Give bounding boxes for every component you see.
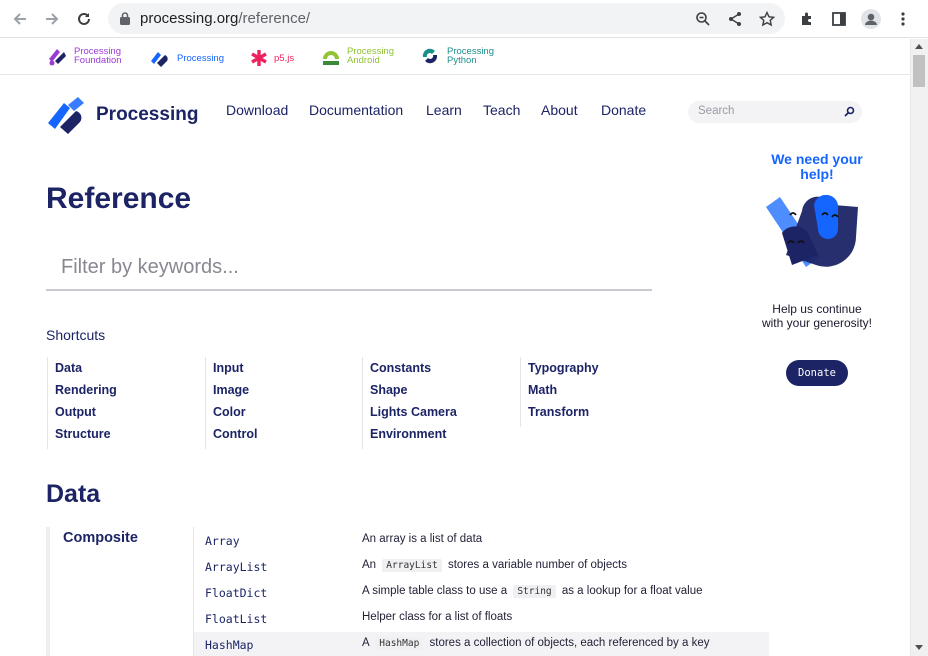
back-arrow-icon bbox=[13, 13, 26, 25]
reference-description: An ArrayList stores a variable number of… bbox=[362, 559, 627, 572]
address-bar[interactable]: processing.org/reference/ bbox=[108, 3, 785, 34]
filter-placeholder: Filter by keywords... bbox=[61, 256, 239, 278]
reference-row: FloatList Helper class for a list of flo… bbox=[194, 606, 769, 632]
shortcut-link[interactable]: Rendering bbox=[55, 379, 205, 401]
shortcut-column: Data Rendering Output Structure bbox=[47, 357, 205, 449]
reference-row-hovered: HashMap A HashMap stores a collection of… bbox=[194, 632, 769, 656]
reference-description: Helper class for a list of floats bbox=[362, 611, 513, 623]
shortcut-link[interactable]: Environment bbox=[370, 423, 520, 445]
reference-description: A HashMap stores a collection of objects… bbox=[362, 637, 710, 650]
happy-logo-illustration-icon bbox=[766, 195, 858, 267]
reference-row: ArrayList An ArrayList stores a variable… bbox=[194, 554, 769, 580]
share-icon[interactable] bbox=[725, 9, 745, 29]
reference-link[interactable]: FloatList bbox=[205, 612, 267, 626]
side-panel-icon[interactable] bbox=[827, 7, 851, 31]
shortcuts-heading: Shortcuts bbox=[46, 327, 106, 343]
project-link-foundation[interactable]: Processing Foundation bbox=[46, 45, 122, 67]
filter-input[interactable]: Filter by keywords... bbox=[46, 249, 652, 291]
reference-link[interactable]: HashMap bbox=[205, 638, 253, 652]
shortcut-link[interactable]: Typography bbox=[528, 357, 652, 379]
bookmark-star-icon[interactable] bbox=[757, 9, 777, 29]
inline-code: ArrayList bbox=[382, 559, 442, 572]
inline-code: HashMap bbox=[375, 637, 424, 650]
logo-text: Processing bbox=[96, 104, 199, 125]
shortcut-link[interactable]: Structure bbox=[55, 423, 205, 445]
project-link-processing[interactable]: Processing bbox=[149, 49, 224, 67]
shortcut-link[interactable]: Control bbox=[213, 423, 362, 445]
reference-link[interactable]: FloatDict bbox=[205, 586, 267, 600]
forward-arrow-icon bbox=[46, 13, 59, 25]
shortcut-link[interactable]: Math bbox=[528, 379, 652, 401]
reference-link[interactable]: Array bbox=[205, 534, 240, 548]
page-scrollbar[interactable] bbox=[910, 39, 928, 656]
nav-donate[interactable]: Donate bbox=[601, 102, 646, 118]
shortcut-link[interactable]: Constants bbox=[370, 357, 520, 379]
reload-button[interactable] bbox=[72, 7, 96, 31]
lock-icon bbox=[120, 12, 130, 25]
search-placeholder: Search bbox=[698, 105, 735, 117]
reference-row: Array An array is a list of data bbox=[194, 528, 769, 554]
project-link-p5js[interactable]: p5.js bbox=[250, 49, 294, 67]
web-page: Processing Foundation Processing p5.js Pr… bbox=[0, 39, 910, 656]
reference-link[interactable]: ArrayList bbox=[205, 560, 267, 574]
scroll-up-arrow-icon[interactable] bbox=[915, 44, 923, 49]
site-logo[interactable]: Processing bbox=[46, 95, 198, 135]
inline-code: String bbox=[513, 585, 556, 598]
scroll-thumb[interactable] bbox=[913, 55, 925, 87]
page-title: Reference bbox=[46, 182, 192, 215]
projects-bar: Processing Foundation Processing p5.js Pr… bbox=[0, 39, 910, 75]
processing-python-logo-icon bbox=[422, 48, 438, 64]
shortcut-link[interactable]: Input bbox=[213, 357, 362, 379]
nav-download[interactable]: Download bbox=[226, 102, 288, 118]
profile-avatar-icon[interactable] bbox=[859, 7, 883, 31]
reference-description: An array is a list of data bbox=[362, 533, 483, 545]
shortcut-link[interactable]: Output bbox=[55, 401, 205, 423]
nav-documentation[interactable]: Documentation bbox=[309, 102, 403, 118]
project-label: Processing bbox=[177, 52, 224, 64]
category-heading: Composite bbox=[63, 530, 138, 546]
donate-message: Help us continue with your generosity! bbox=[761, 302, 873, 330]
reload-icon bbox=[78, 12, 90, 25]
processing-logo-icon bbox=[151, 52, 168, 67]
nav-about[interactable]: About bbox=[541, 102, 578, 118]
project-link-android[interactable]: Processing Android bbox=[321, 45, 394, 67]
reference-description: A simple table class to use a String as … bbox=[362, 585, 703, 598]
section-title: Data bbox=[46, 480, 101, 508]
shortcut-link[interactable]: Data bbox=[55, 357, 205, 379]
url-text: processing.org/reference/ bbox=[140, 10, 311, 27]
search-icon[interactable] bbox=[844, 106, 855, 117]
project-link-python[interactable]: Processing Python bbox=[419, 45, 494, 67]
zoom-icon[interactable] bbox=[693, 9, 713, 29]
shortcut-column: Constants Shape Lights Camera Environmen… bbox=[362, 357, 520, 449]
browser-menu-icon[interactable] bbox=[891, 7, 915, 31]
nav-learn[interactable]: Learn bbox=[426, 102, 462, 118]
project-label-line2: Foundation bbox=[74, 55, 122, 66]
project-label-line2: Python bbox=[447, 55, 477, 66]
extensions-icon[interactable] bbox=[795, 7, 819, 31]
processing-android-logo-icon bbox=[323, 51, 339, 65]
back-button[interactable] bbox=[8, 7, 32, 31]
shortcut-link[interactable]: Image bbox=[213, 379, 362, 401]
project-label-line2: Android bbox=[347, 55, 380, 66]
shortcut-column: Typography Math Transform bbox=[520, 357, 652, 427]
site-search-input[interactable]: Search bbox=[688, 101, 862, 123]
donate-heading: We need your help! bbox=[771, 151, 863, 182]
p5js-asterisk-icon bbox=[251, 50, 267, 66]
shortcut-column: Input Image Color Control bbox=[205, 357, 362, 449]
processing-foundation-logo-icon bbox=[49, 49, 66, 66]
scroll-down-arrow-icon[interactable] bbox=[915, 645, 923, 650]
shortcut-link[interactable]: Shape bbox=[370, 379, 520, 401]
shortcut-link[interactable]: Color bbox=[213, 401, 362, 423]
reference-row: FloatDict A simple table class to use a … bbox=[194, 580, 769, 606]
shortcut-link[interactable]: Lights Camera bbox=[370, 401, 520, 423]
category-divider bbox=[46, 527, 50, 656]
project-label: p5.js bbox=[274, 52, 295, 64]
shortcut-link[interactable]: Transform bbox=[528, 401, 652, 423]
browser-toolbar: processing.org/reference/ bbox=[0, 0, 928, 38]
forward-button[interactable] bbox=[40, 7, 64, 31]
nav-teach[interactable]: Teach bbox=[483, 102, 520, 118]
processing-logo-icon bbox=[48, 97, 84, 134]
donate-button[interactable]: Donate bbox=[786, 360, 848, 386]
